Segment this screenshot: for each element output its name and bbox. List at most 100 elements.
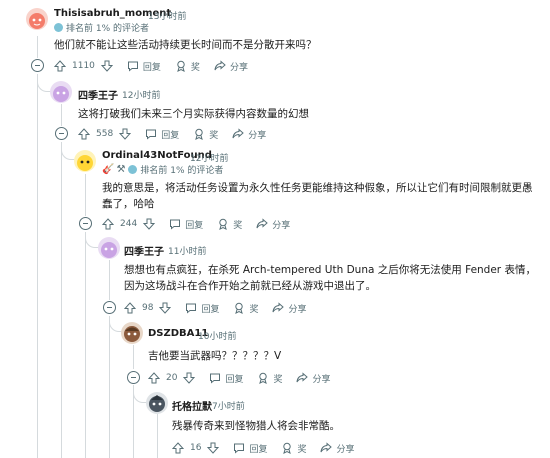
avatar[interactable]: [50, 81, 72, 103]
award-button[interactable]: 奖: [193, 128, 218, 141]
award-button[interactable]: 奖: [233, 302, 258, 315]
top-commenter-badge: 排名前 1% 的评论者: [54, 21, 149, 34]
share-icon: [256, 218, 268, 229]
share-label: 分享: [229, 62, 248, 73]
share-label: 分享: [248, 130, 267, 141]
thread-line: [109, 316, 110, 458]
award-button[interactable]: 奖: [281, 442, 306, 455]
downvote-icon[interactable]: [119, 128, 132, 140]
thread-line: [37, 74, 38, 458]
upvote-icon[interactable]: [54, 60, 66, 72]
comment-time: 11小时前: [168, 247, 207, 257]
comment-username[interactable]: 四季王子: [124, 243, 164, 258]
share-button[interactable]: 分享: [214, 60, 248, 73]
vote-count: 558: [96, 129, 114, 139]
reply-button[interactable]: 回复: [145, 128, 179, 141]
award-icon: [195, 128, 203, 140]
vote-group: 16: [172, 442, 220, 454]
avatar[interactable]: [26, 8, 48, 30]
character-avatar-icon: [124, 326, 140, 342]
reply-icon: [234, 443, 245, 454]
upvote-icon[interactable]: [172, 442, 184, 454]
badge-icon: [128, 165, 138, 174]
badge-icon: [54, 23, 63, 32]
snoo-avatar-icon: [101, 242, 117, 258]
share-button[interactable]: 分享: [296, 372, 331, 385]
downvote-icon[interactable]: [159, 302, 172, 314]
downvote-icon[interactable]: [143, 218, 156, 230]
thread-line: [85, 174, 86, 216]
collapse-thread-button[interactable]: [79, 217, 92, 230]
thread-line: [61, 142, 62, 458]
reply-button[interactable]: 回复: [233, 442, 267, 455]
award-button[interactable]: 奖: [217, 218, 242, 231]
vote-count: 20: [166, 373, 178, 383]
award-icon: [283, 442, 292, 454]
upvote-icon[interactable]: [102, 218, 114, 230]
reply-button[interactable]: 回复: [127, 60, 161, 73]
share-button[interactable]: 分享: [232, 128, 266, 141]
award-icon: [219, 218, 227, 230]
avatar[interactable]: [98, 237, 120, 259]
award-button[interactable]: 奖: [257, 372, 282, 385]
share-button[interactable]: 分享: [320, 442, 355, 455]
award-label: 奖: [297, 444, 307, 455]
vote-count: 98: [142, 303, 154, 313]
comment-body: 这将打破我们未来三个月实际获得内容数量的幻想: [78, 108, 309, 120]
downvote-icon[interactable]: [207, 442, 220, 454]
vote-group: 98: [124, 302, 172, 314]
share-button[interactable]: 分享: [272, 302, 307, 315]
share-label: 分享: [312, 374, 331, 385]
comment-time: 13小时前: [148, 12, 187, 22]
avatar[interactable]: [74, 150, 96, 172]
flair-icon: 🎸: [102, 164, 115, 175]
award-label: 奖: [249, 304, 259, 315]
reply-icon: [170, 219, 181, 230]
thread-elbow: [85, 232, 99, 248]
reply-icon: [127, 61, 138, 72]
snoo-avatar-icon: [53, 86, 69, 102]
reply-label: 回复: [161, 130, 180, 141]
upvote-icon[interactable]: [148, 372, 160, 384]
badge-label: 排名前 1% 的评论者: [140, 166, 224, 176]
reply-label: 回复: [249, 444, 268, 455]
collapse-thread-button[interactable]: [55, 127, 68, 140]
reply-button[interactable]: 回复: [209, 372, 243, 385]
reply-label: 回复: [201, 304, 220, 315]
comment-actions: 244 回复 奖 分享: [102, 216, 304, 232]
comment-actions: 1110 回复 奖 分享: [54, 58, 262, 74]
thread-line: [157, 414, 158, 458]
comment-body: 吉他要当武器吗？？？？？V: [148, 350, 282, 362]
downvote-icon[interactable]: [183, 372, 196, 384]
collapse-thread-button[interactable]: [103, 301, 116, 314]
upvote-icon[interactable]: [124, 302, 136, 314]
award-button[interactable]: 奖: [175, 60, 200, 73]
avatar[interactable]: [146, 392, 168, 414]
comment-time: 12小时前: [122, 91, 161, 101]
comment-body: 残暴传奇来到怪物猎人将会非常酷。: [172, 420, 340, 432]
comment-username[interactable]: 四季王子: [78, 87, 118, 102]
comment-body: 想想也有点疯狂，在杀死 Arch-tempered Uth Duna 之后你将无…: [124, 264, 536, 292]
thread-line: [37, 36, 38, 58]
comment-username[interactable]: 托格拉默: [172, 398, 212, 413]
snoo-avatar-icon: [29, 13, 45, 29]
share-icon: [320, 442, 333, 453]
vote-count: 16: [190, 443, 202, 453]
downvote-icon[interactable]: [100, 60, 113, 72]
share-label: 分享: [336, 444, 355, 455]
share-button[interactable]: 分享: [256, 218, 290, 231]
vote-group: 244: [102, 218, 156, 230]
collapse-thread-button[interactable]: [31, 59, 44, 72]
avatar[interactable]: [121, 322, 143, 344]
award-icon: [177, 60, 185, 72]
reply-label: 回复: [225, 374, 244, 385]
vote-count: 244: [120, 219, 138, 229]
reply-button[interactable]: 回复: [185, 302, 219, 315]
upvote-icon[interactable]: [78, 128, 90, 140]
thread-line: [109, 260, 110, 300]
reply-button[interactable]: 回复: [169, 218, 203, 231]
collapse-thread-button[interactable]: [127, 371, 140, 384]
thread-elbow: [61, 142, 75, 160]
flair-icon: ⚒: [116, 164, 126, 175]
comment-time: 7小时前: [212, 402, 245, 412]
